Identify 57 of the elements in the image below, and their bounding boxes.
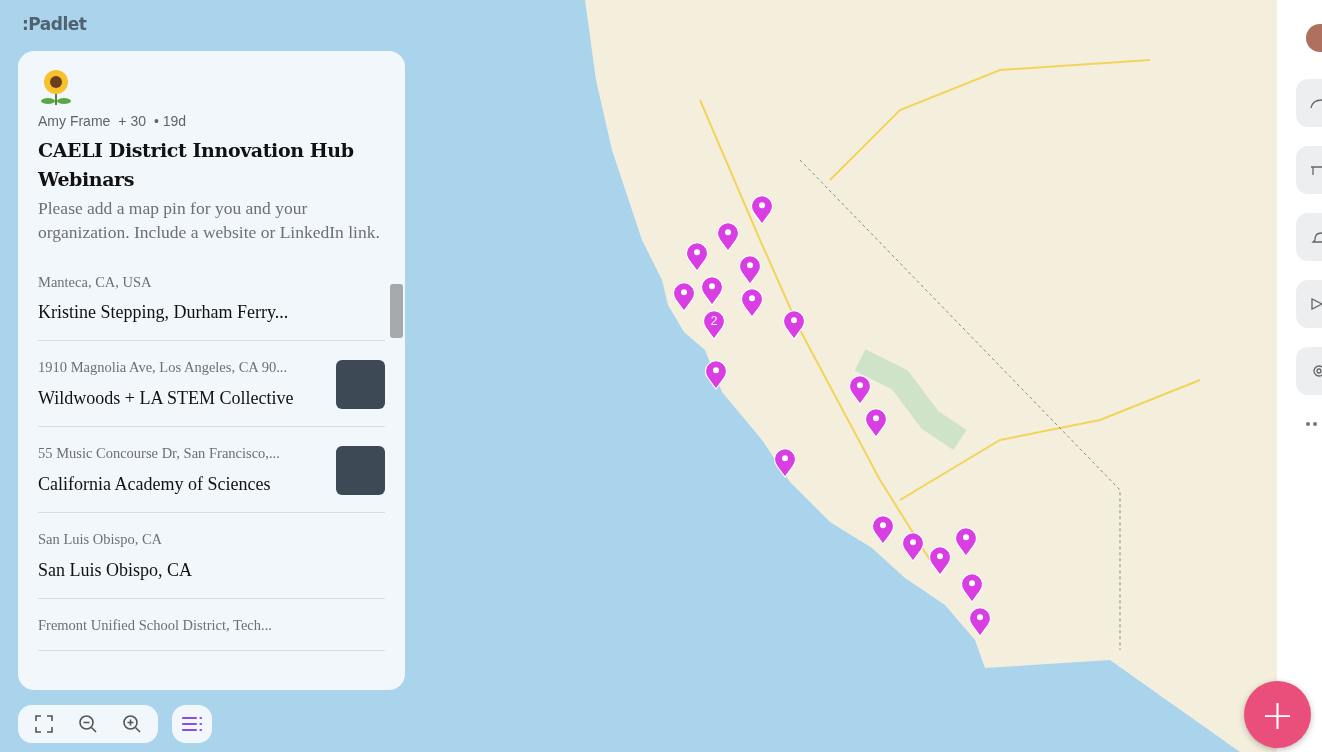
map-pin-icon[interactable] bbox=[968, 605, 992, 637]
map-pin-icon[interactable] bbox=[740, 286, 764, 318]
post-location: Fremont Unified School District, Tech... bbox=[38, 615, 273, 635]
list-toggle-button[interactable] bbox=[172, 704, 212, 743]
post-title: Wildwoods + LA STEM Collective bbox=[38, 387, 295, 410]
frame-icon bbox=[1310, 164, 1322, 176]
settings-button[interactable] bbox=[1296, 347, 1322, 395]
post-location: San Luis Obispo, CA bbox=[38, 529, 164, 549]
sunflower-icon bbox=[38, 68, 74, 107]
cluster-pin[interactable]: 2 bbox=[702, 308, 726, 340]
share-icon bbox=[1310, 97, 1322, 109]
map-pin-icon[interactable] bbox=[704, 358, 728, 390]
contributor-count: + 30 bbox=[118, 111, 146, 131]
notifications-button[interactable] bbox=[1296, 213, 1322, 261]
map-pin-icon[interactable] bbox=[871, 513, 895, 545]
map-pin-icon[interactable] bbox=[901, 530, 925, 562]
map-pin-icon[interactable] bbox=[716, 220, 740, 252]
post-location: Manteca, CA, USA bbox=[38, 272, 153, 292]
map-pin-icon[interactable] bbox=[773, 446, 797, 478]
map-pin-icon[interactable] bbox=[738, 253, 762, 285]
map-pin-icon[interactable] bbox=[960, 571, 984, 603]
map-pin-icon[interactable] bbox=[685, 240, 709, 272]
zoom-in-icon bbox=[122, 713, 142, 734]
map-pin-icon[interactable] bbox=[864, 406, 888, 438]
post-item[interactable]: Manteca, CA, USA Kristine Stepping, Durham Ferry... bbox=[38, 255, 385, 342]
post-item[interactable]: Fremont Unified School District, Tech... bbox=[38, 598, 385, 652]
scrollbar-thumb[interactable] bbox=[390, 283, 403, 338]
fullscreen-icon bbox=[34, 713, 54, 734]
zoom-out-icon bbox=[78, 713, 98, 734]
play-icon bbox=[1310, 298, 1322, 310]
map-pin-icon[interactable] bbox=[700, 274, 724, 306]
author-name: Amy Frame bbox=[38, 111, 111, 131]
post-age: • 19d bbox=[154, 111, 187, 131]
user-avatar[interactable] bbox=[1306, 24, 1322, 52]
list-icon bbox=[181, 714, 203, 733]
post-item[interactable]: 55 Music Concourse Dr, San Francisco,... California Academy of Sciences bbox=[38, 427, 385, 513]
slideshow-button[interactable] bbox=[1296, 280, 1322, 328]
more-icon bbox=[1306, 422, 1320, 426]
post-title: San Luis Obispo, CA bbox=[38, 558, 193, 582]
post-title: Kristine Stepping, Durham Ferry... bbox=[38, 301, 290, 325]
map-pin-icon[interactable] bbox=[928, 544, 952, 576]
padlet-logo[interactable]: :Padlet bbox=[22, 12, 87, 38]
post-location: 1910 Magnolia Ave, Los Angeles, CA 90... bbox=[38, 358, 289, 378]
remake-button[interactable] bbox=[1296, 146, 1322, 194]
map-pin-icon[interactable] bbox=[672, 280, 696, 312]
map-pin-icon[interactable] bbox=[750, 193, 774, 225]
post-location: 55 Music Concourse Dr, San Francisco,... bbox=[38, 444, 281, 463]
bell-icon bbox=[1310, 231, 1322, 243]
post-item[interactable]: San Luis Obispo, CA San Luis Obispo, CA bbox=[38, 512, 385, 599]
post-title: California Academy of Sciences bbox=[38, 472, 272, 496]
map-pin-icon[interactable] bbox=[954, 525, 978, 557]
map-pin-icon[interactable] bbox=[848, 373, 872, 405]
board-description: Please add a map pin for you and your organization. Include a website or LinkedIn link. bbox=[38, 196, 381, 244]
map-pin-icon[interactable] bbox=[782, 308, 806, 340]
board-title: CAELI District Innovation Hub Webinars bbox=[38, 137, 355, 192]
post-item[interactable]: 1910 Magnolia Ave, Los Angeles, CA 90... Wildwoods + LA STEM Collective bbox=[38, 341, 385, 427]
settings-icon bbox=[1310, 365, 1322, 377]
